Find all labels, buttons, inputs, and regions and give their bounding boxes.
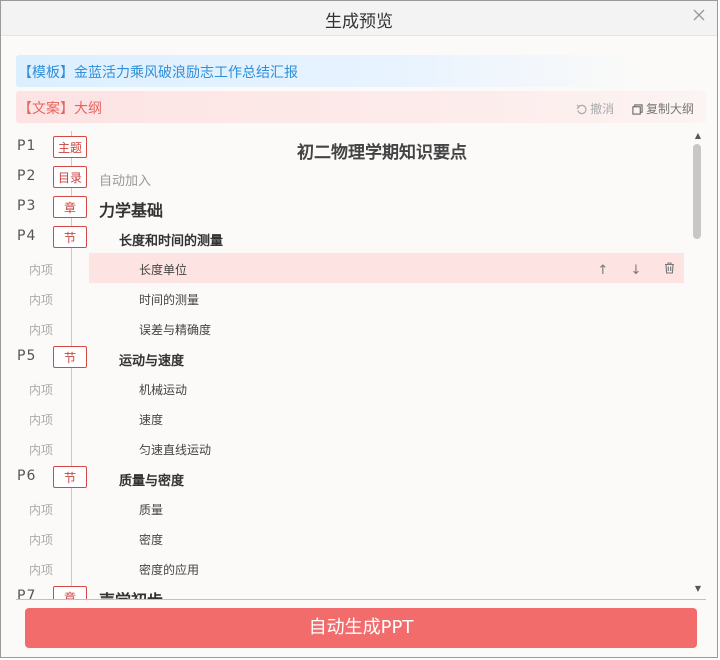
copy-icon	[632, 104, 643, 115]
page-number: P6	[17, 468, 37, 484]
outline-row-section[interactable]: P4 节 长度和时间的测量	[1, 223, 691, 253]
outline-row-item-active[interactable]: 内项 长度单位 ↑ ↓	[1, 253, 691, 283]
tag-section: 节	[53, 346, 87, 368]
copy-outline-button[interactable]: 复制大纲	[632, 100, 694, 117]
page-number: P2	[17, 168, 37, 184]
item-text[interactable]: 长度单位	[139, 261, 187, 278]
copy-banner-actions: 撤消 复制大纲	[562, 100, 694, 117]
item-text[interactable]: 时间的测量	[139, 291, 199, 308]
item-text[interactable]: 质量	[139, 501, 163, 518]
move-up-icon[interactable]: ↑	[595, 263, 611, 278]
tag-toc: 目录	[53, 166, 87, 188]
generate-preview-dialog: 生成预览 【模板】金蓝活力乘风破浪励志工作总结汇报 【文案】大纲 撤消 复制大纲…	[0, 0, 718, 658]
outline-row-item[interactable]: 内项 机械运动	[1, 373, 691, 403]
inner-item-label: 内项	[29, 563, 54, 577]
copy-banner-label: 【文案】大纲	[18, 101, 102, 117]
chapter-title[interactable]: 力学基础	[99, 197, 163, 221]
inner-item-label: 内项	[29, 503, 54, 517]
outline-row-item[interactable]: 内项 密度	[1, 523, 691, 553]
dialog-title: 生成预览	[325, 12, 393, 32]
tag-chapter: 章	[53, 196, 87, 218]
inner-item-label: 内项	[29, 533, 54, 547]
copy-banner: 【文案】大纲 撤消 复制大纲	[16, 91, 706, 123]
undo-button[interactable]: 撤消	[576, 100, 614, 117]
outline-row-chapter[interactable]: P7 章 声学初步	[1, 583, 691, 599]
inner-item-label: 内项	[29, 323, 54, 337]
page-number: P1	[17, 138, 37, 154]
outline-row-item[interactable]: 内项 匀速直线运动	[1, 433, 691, 463]
inner-item-label: 内项	[29, 413, 54, 427]
page-number: P3	[17, 198, 37, 214]
section-title[interactable]: 长度和时间的测量	[119, 230, 223, 249]
undo-label: 撤消	[590, 102, 615, 116]
outline-row-section[interactable]: P6 节 质量与密度	[1, 463, 691, 493]
outline-row-item[interactable]: 内项 速度	[1, 403, 691, 433]
copy-outline-label: 复制大纲	[645, 102, 694, 116]
scroll-up-arrow-icon[interactable]: ▲	[693, 131, 703, 141]
item-text[interactable]: 误差与精确度	[139, 321, 211, 338]
footer-divider	[16, 599, 706, 600]
page-number: P4	[17, 228, 37, 244]
chapter-title[interactable]: 声学初步	[99, 587, 163, 599]
undo-icon	[576, 104, 587, 115]
outline-row-chapter[interactable]: P3 章 力学基础	[1, 193, 691, 223]
section-title[interactable]: 质量与密度	[119, 470, 184, 489]
section-title[interactable]: 运动与速度	[119, 350, 184, 369]
item-text[interactable]: 机械运动	[139, 381, 187, 398]
outline-list: P1 主题 初二物理学期知识要点 P2 目录 自动加入 P3 章 力学基础 P4…	[1, 131, 691, 599]
inner-item-label: 内项	[29, 293, 54, 307]
topic-title[interactable]: 初二物理学期知识要点	[297, 138, 467, 163]
tag-section: 节	[53, 466, 87, 488]
toc-auto-text: 自动加入	[99, 174, 152, 189]
inner-item-label: 内项	[29, 443, 54, 457]
trash-icon[interactable]	[661, 262, 677, 278]
inner-item-label: 内项	[29, 263, 54, 277]
outline-row-item[interactable]: 内项 时间的测量	[1, 283, 691, 313]
close-icon[interactable]	[691, 8, 707, 24]
item-text[interactable]: 密度	[139, 531, 163, 548]
template-banner: 【模板】金蓝活力乘风破浪励志工作总结汇报	[16, 55, 644, 87]
move-down-icon[interactable]: ↓	[628, 263, 644, 278]
outline-row-item[interactable]: 内项 密度的应用	[1, 553, 691, 583]
page-number: P7	[17, 588, 37, 599]
item-text[interactable]: 匀速直线运动	[139, 441, 211, 458]
outline-row-item[interactable]: 内项 误差与精确度	[1, 313, 691, 343]
item-text[interactable]: 速度	[139, 411, 163, 428]
outline-row-section[interactable]: P5 节 运动与速度	[1, 343, 691, 373]
item-text[interactable]: 密度的应用	[139, 561, 199, 578]
outline-row-topic[interactable]: P1 主题 初二物理学期知识要点	[1, 133, 691, 163]
tag-chapter: 章	[53, 586, 87, 599]
dialog-titlebar: 生成预览	[1, 1, 717, 36]
outline-row-toc[interactable]: P2 目录 自动加入	[1, 163, 691, 193]
scrollbar-thumb[interactable]	[693, 144, 701, 239]
auto-generate-ppt-button[interactable]: 自动生成PPT	[25, 608, 697, 648]
row-actions: ↑ ↓	[583, 259, 677, 278]
tag-section: 节	[53, 226, 87, 248]
scroll-down-arrow-icon[interactable]: ▼	[693, 584, 703, 594]
outline-row-item[interactable]: 内项 质量	[1, 493, 691, 523]
inner-item-label: 内项	[29, 383, 54, 397]
template-banner-text: 【模板】金蓝活力乘风破浪励志工作总结汇报	[18, 65, 298, 81]
page-number: P5	[17, 348, 37, 364]
tag-topic: 主题	[53, 136, 87, 158]
